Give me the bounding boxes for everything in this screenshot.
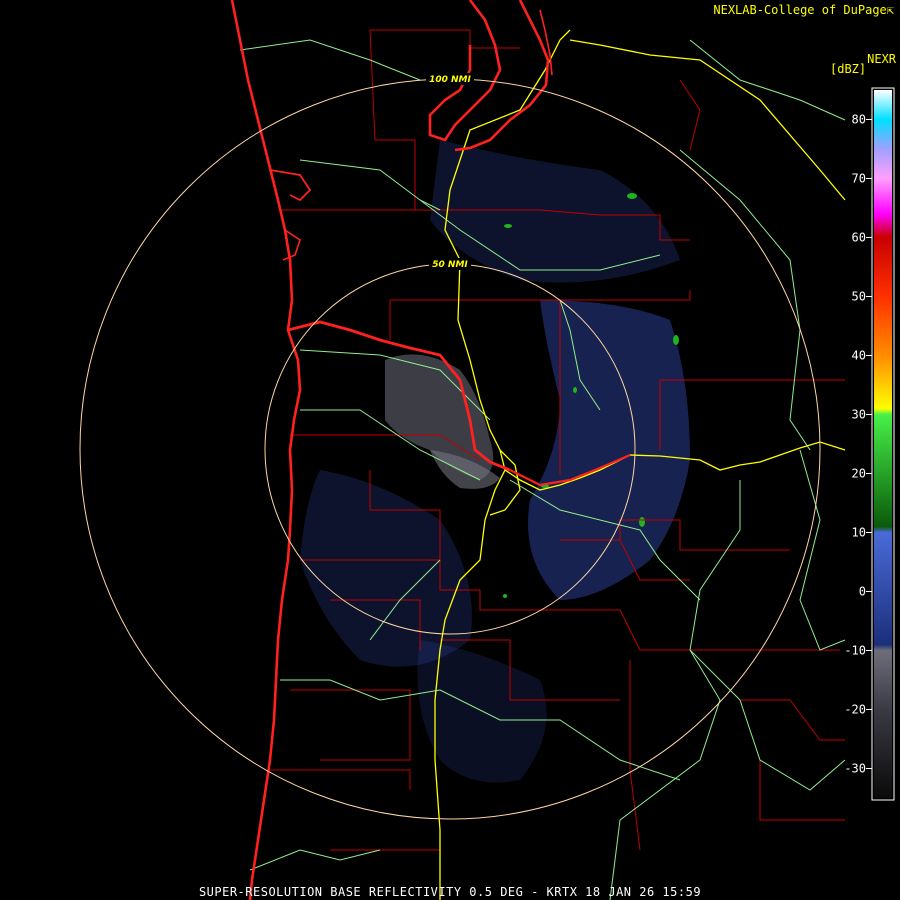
color-scale-tick-label: -30	[844, 762, 866, 776]
range-ring-label: 100 NMI	[429, 75, 471, 85]
range-ring-label: 50 NMI	[432, 260, 468, 270]
color-scale-tick-label: 50	[852, 290, 866, 304]
color-scale-tick-label: 70	[852, 172, 866, 186]
color-scale-tick-label: 20	[852, 467, 866, 481]
color-scale-tick-label: 80	[852, 113, 866, 127]
moderate-echo-cell	[504, 224, 512, 228]
radar-map: 50 NMI 100 NMI 80 70 60 50 40 30 20 10 0 -10 -20 -30	[0, 0, 900, 900]
units-label: [dBZ]	[830, 62, 867, 76]
color-scale-tick-label: 40	[852, 349, 866, 363]
moderate-echo-cell	[639, 517, 645, 527]
moderate-echo-cell	[627, 193, 637, 199]
product-caption: SUPER-RESOLUTION BASE REFLECTIVITY 0.5 D…	[198, 885, 702, 899]
moderate-echo-cell	[673, 335, 679, 345]
color-scale-tick-label: -10	[844, 644, 866, 658]
color-scale-tick-label: 10	[852, 526, 866, 540]
color-scale-tick-label: 60	[852, 231, 866, 245]
credit-label[interactable]: NEXLAB-College of DuPage⇱	[713, 3, 894, 17]
product-label: NEXR	[867, 52, 896, 66]
color-scale-tick-label: 0	[859, 585, 866, 599]
color-scale-tick-label: -20	[844, 703, 866, 717]
external-link-icon[interactable]: ⇱	[887, 3, 894, 17]
color-scale-bar	[874, 90, 892, 798]
color-scale-tick-label: 30	[852, 408, 866, 422]
moderate-echo-cell	[573, 387, 577, 393]
moderate-echo-cell	[503, 594, 507, 598]
credit-text[interactable]: NEXLAB-College of DuPage	[713, 3, 886, 17]
